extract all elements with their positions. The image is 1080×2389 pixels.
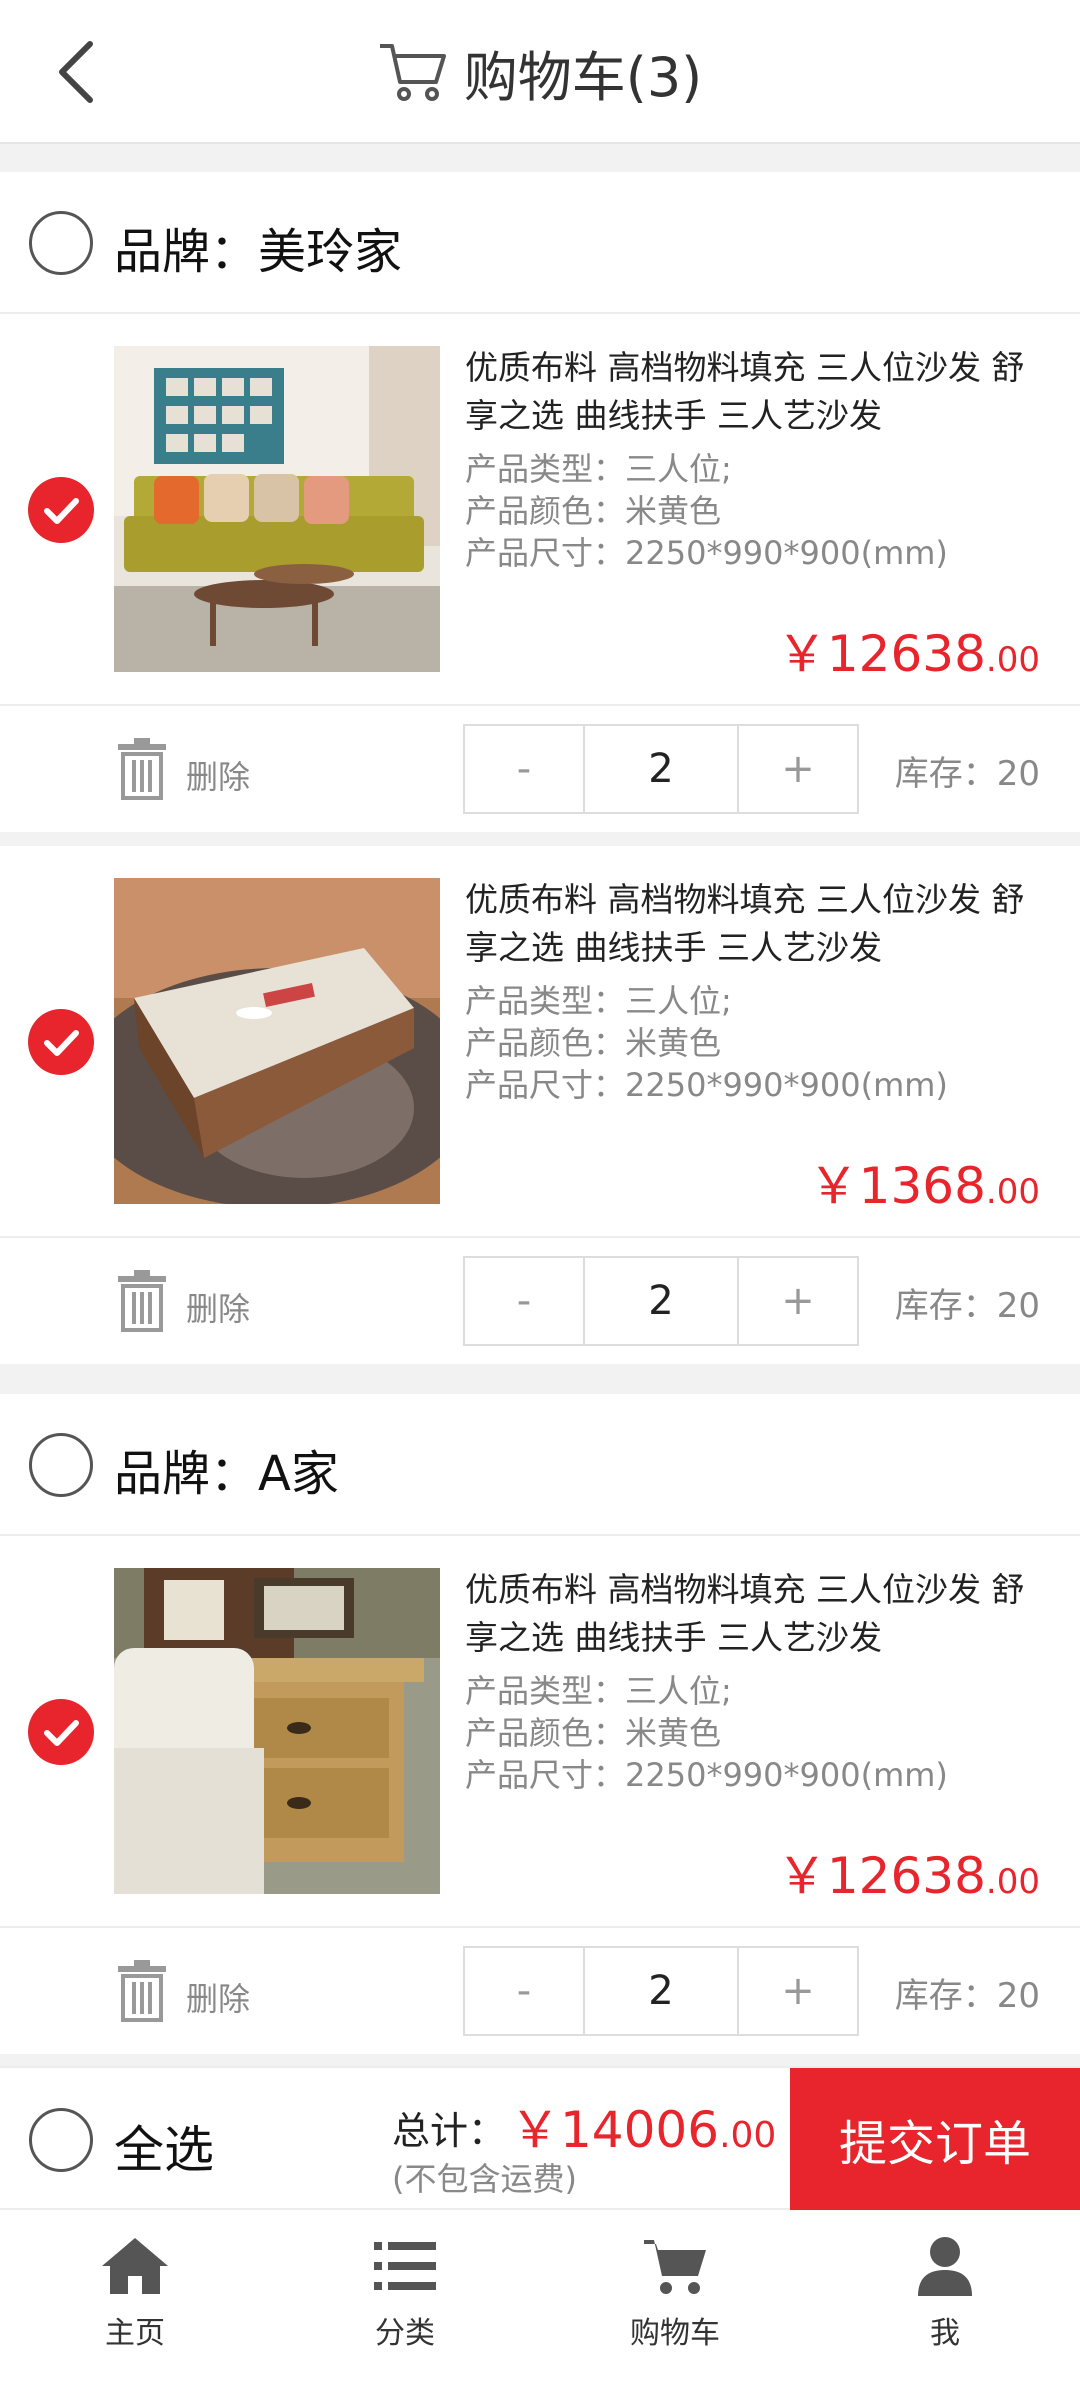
shipping-note: (不包含运费) [392, 2160, 577, 2198]
item-checked-icon[interactable] [28, 1699, 94, 1765]
tab-label: 我 [930, 2316, 960, 2351]
delete-button[interactable]: 删除 [186, 1284, 250, 1330]
price-decimal: .00 [985, 1172, 1040, 1212]
select-all-radio[interactable] [29, 2108, 93, 2172]
item-checked-icon[interactable] [28, 1009, 94, 1075]
quantity-stepper: - 2 + [463, 1946, 859, 2036]
brand-select-radio[interactable] [29, 211, 93, 275]
quantity-input[interactable]: 2 [583, 1948, 739, 2034]
bottom-tab-bar: 主页 分类 购物车 我 [0, 2212, 1080, 2389]
section-divider [0, 144, 1080, 172]
quantity-stepper: - 2 + [463, 724, 859, 814]
decrement-button[interactable]: - [465, 726, 583, 812]
page-title: 购物车(3) [463, 45, 703, 109]
tab-cart[interactable]: 购物车 [540, 2212, 810, 2389]
section-divider [0, 832, 1080, 846]
item-actions: 删除 - 2 + 库存：20 [0, 1928, 1080, 2054]
product-size: 产品尺寸：2250*990*900(mm) [465, 1756, 948, 1794]
tab-home[interactable]: 主页 [0, 2212, 270, 2389]
trash-icon[interactable] [114, 1268, 170, 1332]
product-size: 产品尺寸：2250*990*900(mm) [465, 1066, 948, 1104]
price-decimal: .00 [985, 1862, 1040, 1902]
product-name[interactable]: 优质布料 高档物料填充 三人位沙发 舒享之选 曲线扶手 三人艺沙发 [465, 1566, 1045, 1662]
increment-button[interactable]: + [739, 1948, 857, 2034]
brand-header: 品牌：美玲家 [0, 172, 1080, 314]
item-actions: 删除 - 2 + 库存：20 [0, 1238, 1080, 1364]
product-price: ￥12638.00 [777, 614, 1040, 686]
tab-label: 分类 [375, 2316, 435, 2351]
product-name[interactable]: 优质布料 高档物料填充 三人位沙发 舒享之选 曲线扶手 三人艺沙发 [465, 344, 1045, 440]
product-color: 产品颜色：米黄色 [465, 492, 722, 530]
submit-order-button[interactable]: 提交订单 [790, 2068, 1080, 2210]
item-actions: 删除 - 2 + 库存：20 [0, 706, 1080, 832]
total-label: 总计： [392, 2109, 507, 2153]
brand-header: 品牌：A家 [0, 1394, 1080, 1536]
section-divider [0, 1364, 1080, 1394]
product-image-table[interactable] [114, 878, 440, 1204]
stock-count: 库存：20 [894, 1976, 1040, 2016]
product-price: ￥1368.00 [809, 1146, 1040, 1218]
price-integer: ￥1368 [808, 1157, 986, 1215]
product-color: 产品颜色：米黄色 [465, 1024, 722, 1062]
product-name[interactable]: 优质布料 高档物料填充 三人位沙发 舒享之选 曲线扶手 三人艺沙发 [465, 876, 1045, 972]
brand-select-radio[interactable] [29, 1433, 93, 1497]
user-icon [918, 2237, 972, 2296]
page-title-wrap: 购物车(3) [0, 0, 1080, 144]
quantity-input[interactable]: 2 [583, 1258, 739, 1344]
tab-label: 主页 [105, 2316, 165, 2351]
product-type: 产品类型：三人位; [465, 1672, 732, 1710]
tab-category[interactable]: 分类 [270, 2212, 540, 2389]
cart-icon [379, 44, 446, 101]
delete-button[interactable]: 删除 [186, 1974, 250, 2020]
price-integer: ￥12638 [776, 625, 986, 683]
stock-count: 库存：20 [894, 1286, 1040, 1326]
trash-icon[interactable] [114, 1958, 170, 2022]
total-integer: ￥14006 [510, 2101, 720, 2159]
list-icon [374, 2242, 436, 2290]
product-type: 产品类型：三人位; [465, 450, 732, 488]
product-size: 产品尺寸：2250*990*900(mm) [465, 534, 948, 572]
cart-item: 优质布料 高档物料填充 三人位沙发 舒享之选 曲线扶手 三人艺沙发 产品类型：三… [0, 846, 1080, 1238]
product-image-sofa[interactable] [114, 346, 440, 672]
decrement-button[interactable]: - [465, 1258, 583, 1344]
product-image-cabinet[interactable] [114, 1568, 440, 1894]
cart-icon [644, 2240, 706, 2294]
brand-label: 品牌：美玲家 [114, 224, 403, 280]
quantity-stepper: - 2 + [463, 1256, 859, 1346]
tab-label: 购物车 [630, 2316, 720, 2351]
section-divider [0, 2054, 1080, 2066]
increment-button[interactable]: + [739, 726, 857, 812]
item-checked-icon[interactable] [28, 477, 94, 543]
trash-icon[interactable] [114, 736, 170, 800]
cart-item: 优质布料 高档物料填充 三人位沙发 舒享之选 曲线扶手 三人艺沙发 产品类型：三… [0, 1536, 1080, 1928]
quantity-input[interactable]: 2 [583, 726, 739, 812]
increment-button[interactable]: + [739, 1258, 857, 1344]
price-decimal: .00 [985, 640, 1040, 680]
checkout-bar: 全选 总计： ￥14006.00 (不包含运费) 提交订单 [0, 2066, 1080, 2210]
tab-me[interactable]: 我 [810, 2212, 1080, 2389]
price-integer: ￥12638 [776, 1847, 986, 1905]
stock-count: 库存：20 [894, 754, 1040, 794]
product-color: 产品颜色：米黄色 [465, 1714, 722, 1752]
decrement-button[interactable]: - [465, 1948, 583, 2034]
total-decimal: .00 [719, 2115, 777, 2156]
app-header: 购物车(3) [0, 0, 1080, 144]
brand-label: 品牌：A家 [114, 1446, 339, 1502]
product-type: 产品类型：三人位; [465, 982, 732, 1020]
home-icon [102, 2238, 168, 2294]
select-all-label[interactable]: 全选 [114, 2110, 214, 2182]
total-amount: ￥14006.00 [510, 2090, 776, 2162]
delete-button[interactable]: 删除 [186, 752, 250, 798]
cart-item: 优质布料 高档物料填充 三人位沙发 舒享之选 曲线扶手 三人艺沙发 产品类型：三… [0, 314, 1080, 706]
product-price: ￥12638.00 [777, 1836, 1040, 1908]
